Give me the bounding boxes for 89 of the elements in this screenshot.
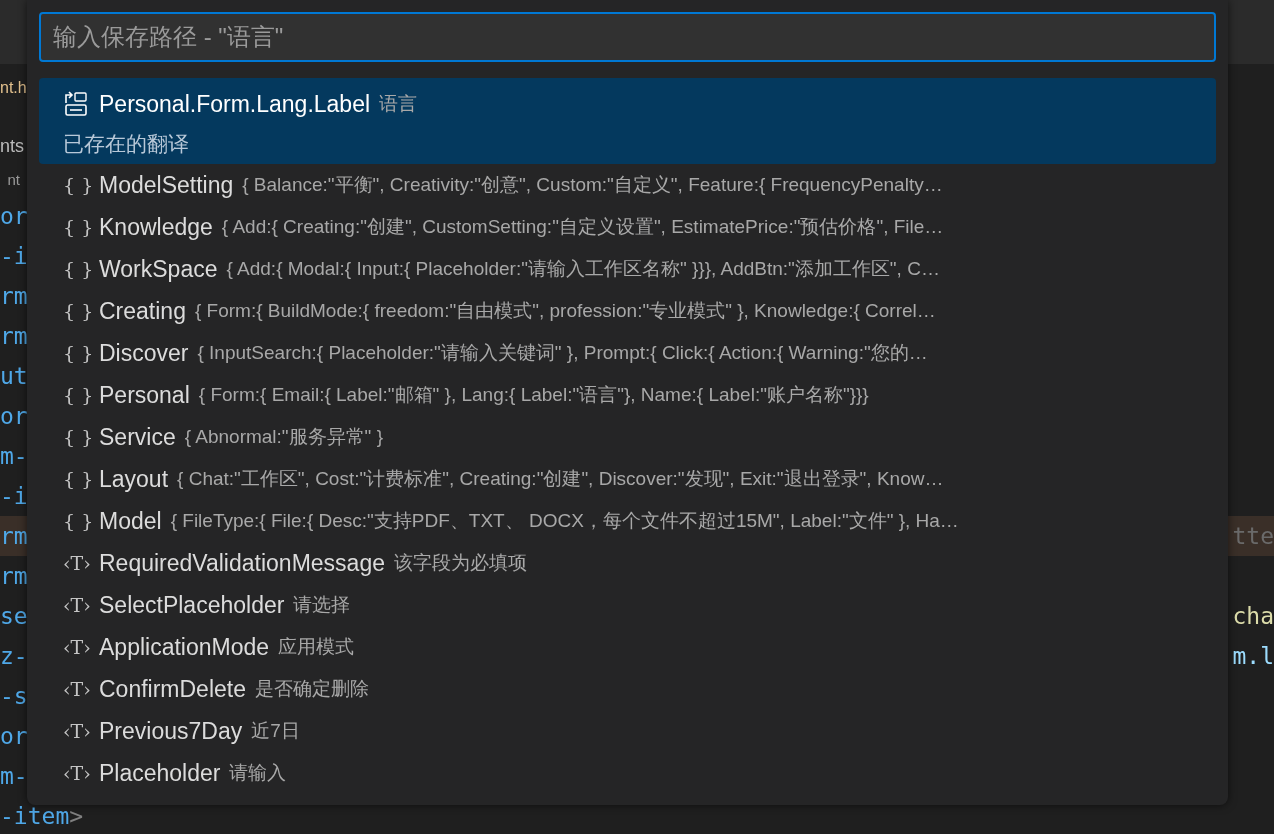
item-description: 请输入 — [229, 760, 287, 785]
item-label: Discover — [99, 338, 189, 368]
string-icon: ‹T› — [63, 758, 99, 788]
list-item[interactable]: { } Personal { Form:{ Email:{ Label:"邮箱" }, Lang:{ Label:"语言"}, Name:{ Label:"账户名称"}}} — [39, 374, 1216, 416]
item-description: { Form:{ BuildMode:{ freedom:"自由模式", profession:"专业模式" }, Knowledge:{ Correl… — [194, 298, 936, 323]
item-description: { Add:{ Modal:{ Input:{ Placeholder:"请输入工作区名称" }}}, AddBtn:"添加工作区", C… — [226, 256, 940, 281]
item-label: ModelSetting — [99, 170, 234, 200]
list-item[interactable]: ‹T› ApplicationMode 应用模式 — [39, 626, 1216, 668]
list-item[interactable]: ‹T› Previous7Day 近7日 — [39, 710, 1216, 752]
braces-icon: { } — [63, 506, 99, 536]
list-item[interactable]: { } Knowledge { Add:{ Creating:"创建", CustomSetting:"自定义设置", EstimatePrice:"预估价格", File… — [39, 206, 1216, 248]
item-label: Placeholder — [99, 758, 221, 788]
item-label: Service — [99, 422, 176, 452]
braces-icon: { } — [63, 380, 99, 410]
item-description: 该字段为必填项 — [394, 550, 527, 575]
item-label: WorkSpace — [99, 254, 218, 284]
item-label: Personal — [99, 380, 190, 410]
item-label: Knowledge — [99, 212, 213, 242]
string-icon: ‹T› — [63, 674, 99, 704]
item-description: { InputSearch:{ Placeholder:"请输入关键词" }, Prompt:{ Click:{ Action:{ Warning:"您的… — [197, 340, 928, 365]
list-item[interactable]: { } Creating { Form:{ BuildMode:{ freedom:"自由模式", profession:"专业模式" }, Knowledge:{ Correl… — [39, 290, 1216, 332]
item-label: Creating — [99, 296, 186, 326]
list-item[interactable]: { } Discover { InputSearch:{ Placeholder:"请输入关键词" }, Prompt:{ Click:{ Action:{ Warning:"您的… — [39, 332, 1216, 374]
outline-title: nts — [0, 135, 25, 158]
list-item[interactable]: ‹T› SelectPlaceholder 请选择 — [39, 584, 1216, 626]
item-description: { Chat:"工作区", Cost:"计费标准", Creating:"创建", Discover:"发现", Exit:"退出登录", Know… — [177, 466, 944, 491]
text-replace-icon — [63, 91, 89, 117]
code-text: rm — [0, 562, 28, 589]
item-label: Personal.Form.Lang.Label — [99, 89, 371, 119]
item-description: { Form:{ Email:{ Label:"邮箱" }, Lang:{ Label:"语言"}, Name:{ Label:"账户名称"}}} — [198, 382, 869, 407]
item-description: { Add:{ Creating:"创建", CustomSetting:"自定义设置", EstimatePrice:"预估价格", File… — [221, 214, 944, 239]
string-icon: ‹T› — [63, 716, 99, 746]
item-description: 语言 — [379, 91, 418, 116]
code-text: or — [0, 722, 28, 749]
editor-tab[interactable]: nt.h — [0, 64, 27, 112]
code-text: rm — [0, 322, 28, 349]
code-text: rm — [0, 522, 28, 549]
item-description: 近7日 — [251, 718, 300, 743]
code-text: -s — [0, 682, 28, 709]
code-text: -i — [0, 482, 28, 509]
braces-icon: { } — [63, 464, 99, 494]
list-item[interactable]: ‹T› Placeholder 请输入 — [39, 752, 1216, 794]
code-text: or — [0, 402, 28, 429]
code-text: m.l — [1232, 641, 1274, 671]
code-text: tte — [1232, 521, 1274, 551]
code-text: m- — [0, 442, 28, 469]
braces-icon: { } — [63, 422, 99, 452]
braces-icon: { } — [63, 338, 99, 368]
outline-subtitle: nt — [6, 170, 20, 190]
list-item[interactable]: { } ModelSetting { Balance:"平衡", Creativity:"创意", Custom:"自定义", Feature:{ FrequencyPenalty… — [39, 164, 1216, 206]
list-item[interactable]: { } WorkSpace { Add:{ Modal:{ Input:{ Placeholder:"请输入工作区名称" }}}, AddBtn:"添加工作区", C… — [39, 248, 1216, 290]
item-label: ConfirmDelete — [99, 674, 246, 704]
code-text: or — [0, 202, 28, 229]
code-text: m- — [0, 762, 28, 789]
item-description: 是否确定删除 — [255, 676, 369, 701]
item-description: 请选择 — [293, 592, 351, 617]
item-label: Previous7Day — [99, 716, 243, 746]
code-text: -item — [0, 802, 70, 829]
code-text: ut — [0, 362, 28, 389]
item-label: ApplicationMode — [99, 632, 270, 662]
code-text: > — [69, 802, 84, 829]
code-text: cha — [1232, 601, 1274, 631]
item-label: Layout — [99, 464, 169, 494]
list-item[interactable]: Personal.Form.Lang.Label 语言 已存在的翻译 — [39, 78, 1216, 164]
code-text: rm — [0, 282, 28, 309]
string-icon: ‹T› — [63, 632, 99, 662]
braces-icon: { } — [63, 254, 99, 284]
list-item[interactable]: { } Layout { Chat:"工作区", Cost:"计费标准", Creating:"创建", Discover:"发现", Exit:"退出登录", Know… — [39, 458, 1216, 500]
item-label: Model — [99, 506, 162, 536]
string-icon: ‹T› — [63, 590, 99, 620]
item-description: { Abnormal:"服务异常" } — [184, 424, 383, 449]
item-detail: 已存在的翻译 — [63, 131, 190, 157]
list-item[interactable]: ‹T› ConfirmDelete 是否确定删除 — [39, 668, 1216, 710]
item-label: SelectPlaceholder — [99, 590, 285, 620]
code-text: se — [0, 602, 28, 629]
braces-icon: { } — [63, 170, 99, 200]
braces-icon: { } — [63, 296, 99, 326]
code-text: z- — [0, 642, 28, 669]
code-text: -i — [0, 242, 28, 269]
input-field[interactable]: 输入保存路径 - "语言" — [39, 12, 1216, 62]
item-description: { Balance:"平衡", Creativity:"创意", Custom:"自定义", Feature:{ FrequencyPenalty… — [242, 172, 943, 197]
list-item[interactable]: { } Model { FileType:{ File:{ Desc:"支持PDF、TXT、 DOCX，每个文件不超过15M", Label:"文件" }, Ha… — [39, 500, 1216, 542]
string-icon: ‹T› — [63, 548, 99, 578]
braces-icon: { } — [63, 212, 99, 242]
item-label: RequiredValidationMessage — [99, 548, 385, 578]
list-item[interactable]: { } Service { Abnormal:"服务异常" } — [39, 416, 1216, 458]
item-description: { FileType:{ File:{ Desc:"支持PDF、TXT、 DOCX，每个文件不超过15M", Label:"文件" }, Ha… — [170, 508, 959, 533]
item-description: 应用模式 — [278, 634, 355, 659]
list-item[interactable]: ‹T› RequiredValidationMessage 该字段为必填项 — [39, 542, 1216, 584]
